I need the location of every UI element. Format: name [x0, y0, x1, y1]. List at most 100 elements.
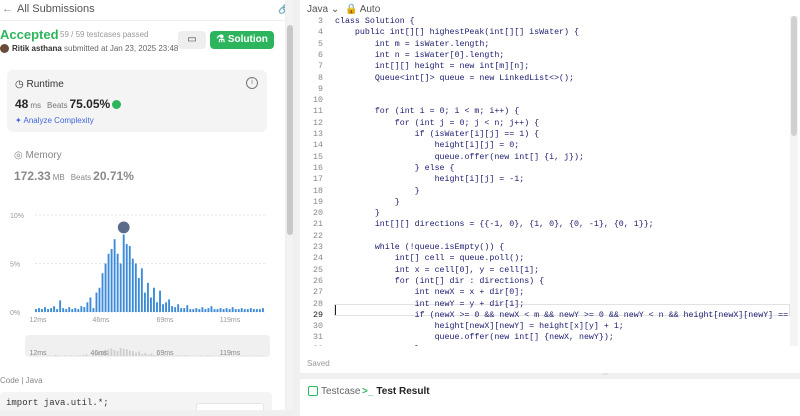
line-number: 13: [300, 130, 323, 139]
runtime-card[interactable]: ◷ Runtime i 48msBeats75.05% ✦ Analyze Co…: [7, 70, 267, 132]
info-icon[interactable]: i: [246, 77, 258, 89]
code-line[interactable]: height[i][j] = -1;: [335, 175, 524, 184]
avatar[interactable]: [0, 44, 9, 53]
mini-tick-label: 69ms: [156, 350, 174, 357]
runtime-distribution-chart[interactable]: 10%5%0%12ms46ms69ms119ms: [0, 205, 285, 325]
code-line[interactable]: }: [335, 209, 380, 218]
chart-bar: [211, 306, 213, 312]
analyze-complexity-link[interactable]: ✦ Analyze Complexity: [15, 116, 94, 125]
panel-divider[interactable]: [293, 0, 300, 410]
y-tick-label: 0%: [10, 310, 20, 317]
code-line[interactable]: int n = isWater[0].length;: [335, 51, 504, 60]
chart-bar: [177, 304, 179, 312]
code-line[interactable]: int[][] directions = {{-1, 0}, {1, 0}, {…: [335, 220, 654, 229]
chart-bar: [186, 305, 188, 312]
code-line[interactable]: if (isWater[i][j] == 1) {: [335, 130, 539, 139]
runtime-beats-value: 75.05%: [70, 97, 111, 111]
back-arrow-icon[interactable]: ←: [2, 3, 13, 15]
chart-bar: [53, 306, 55, 312]
username[interactable]: Ritik asthana: [12, 44, 62, 53]
mini-tick-label: 119ms: [220, 350, 241, 357]
line-number: 5: [300, 40, 323, 49]
chart-range-slider[interactable]: 12ms 46ms 69ms 119ms: [25, 335, 270, 357]
mini-chart-bar: [135, 353, 137, 357]
chart-bar: [189, 309, 191, 312]
chart-bar: [253, 309, 255, 312]
mini-chart-bar: [107, 350, 109, 357]
code-line[interactable]: while (!queue.isEmpty()) {: [335, 243, 504, 252]
line-number: 8: [300, 74, 323, 83]
auto-mode[interactable]: 🔒 Auto: [345, 4, 380, 15]
chart-bar: [262, 308, 264, 312]
code-line[interactable]: int newY = y + dir[1];: [335, 300, 524, 309]
code-line[interactable]: }: [335, 198, 400, 207]
mini-chart-bar: [76, 355, 78, 356]
code-line[interactable]: int[] cell = queue.poll();: [335, 254, 524, 263]
mini-chart-bar: [86, 355, 88, 357]
code-line[interactable]: } else {: [335, 164, 455, 173]
code-tag[interactable]: [196, 403, 264, 410]
code-line[interactable]: if (newX >= 0 && newX < m && newY >= 0 &…: [335, 311, 790, 320]
editor-scrollbar-thumb[interactable]: [791, 16, 797, 136]
code-line[interactable]: int x = cell[0], y = cell[1];: [335, 266, 539, 275]
code-line[interactable]: for (int i = 0; i < m; i++) {: [335, 107, 519, 116]
chart-bar: [247, 309, 249, 312]
resize-handle-icon[interactable]: ⋯: [602, 373, 618, 377]
line-number: 30: [300, 322, 323, 331]
editor-panel: Java ⌄ 🔒 Auto 3class Solution {4 public …: [300, 0, 800, 410]
mini-chart-bar: [138, 352, 140, 357]
chart-bar: [232, 307, 234, 312]
analyze-complexity-label: Analyze Complexity: [23, 116, 93, 125]
mini-chart-bar: [110, 349, 112, 357]
submission-header: ←All Submissions 🔗: [0, 0, 285, 21]
chart-bar: [120, 264, 122, 313]
chart-bar: [204, 309, 206, 312]
code-line[interactable]: queue.offer(new int[] {i, j});: [335, 153, 584, 162]
code-label: Code: [0, 376, 19, 385]
code-line[interactable]: class Solution {: [335, 17, 415, 26]
code-line[interactable]: int m = isWater.length;: [335, 40, 489, 49]
code-line[interactable]: for (int j = 0; j < n; j++) {: [335, 119, 539, 128]
code-line[interactable]: queue.offer(new int[] {newX, newY});: [335, 333, 614, 342]
mini-chart-bar: [123, 349, 125, 356]
code-line[interactable]: Queue<int[]> queue = new LinkedList<>();: [335, 74, 574, 83]
mini-tick-label: 46ms: [90, 350, 108, 357]
chart-bar: [214, 309, 216, 312]
code-line[interactable]: int[][] height = new int[m][n];: [335, 62, 529, 71]
solution-button[interactable]: ⚗ Solution: [210, 31, 274, 49]
editor-scrollbar[interactable]: [790, 16, 798, 346]
chart-bar: [183, 308, 185, 312]
mini-tick-label: 12ms: [29, 350, 47, 357]
code-line[interactable]: height[i][j] = 0;: [335, 141, 519, 150]
y-tick-label: 10%: [10, 213, 24, 220]
code-line[interactable]: height[newX][newY] = height[x][y] + 1;: [335, 322, 624, 331]
x-tick-label: 46ms: [92, 317, 110, 324]
code-line[interactable]: public int[][] highestPeak(int[][] isWat…: [335, 28, 579, 37]
code-editor[interactable]: 3class Solution {4 public int[][] highes…: [300, 16, 790, 346]
chart-bar: [201, 307, 203, 312]
user-avatar-marker: [117, 221, 130, 234]
code-line[interactable]: }: [335, 345, 420, 346]
chart-bar: [68, 307, 70, 312]
language-select[interactable]: Java ⌄: [307, 4, 339, 15]
chart-bar: [86, 302, 88, 312]
tab-test-result[interactable]: >_Test Result: [362, 386, 430, 397]
memory-title-row[interactable]: ◎ Memory: [14, 150, 62, 161]
flask-icon: ⚗: [216, 34, 225, 45]
code-line[interactable]: }: [335, 187, 420, 196]
link-icon[interactable]: 🔗: [278, 4, 285, 15]
line-number: 12: [300, 119, 323, 128]
runtime-title-row: ◷ Runtime: [15, 79, 64, 90]
chart-bar: [41, 309, 43, 312]
submitted-code-box[interactable]: import java.util.*;: [0, 392, 272, 410]
chevron-down-icon: ⌄: [331, 4, 339, 15]
code-line[interactable]: int newX = x + dir[0];: [335, 288, 524, 297]
tab-testcase[interactable]: Testcase: [308, 386, 360, 397]
code-line[interactable]: for (int[] dir : directions) {: [335, 277, 544, 286]
line-number: 14: [300, 141, 323, 150]
all-submissions-link[interactable]: ←All Submissions: [2, 3, 95, 15]
chart-bar: [126, 244, 128, 312]
chart-bar: [62, 308, 64, 312]
mini-chart-bar: [120, 348, 122, 356]
notebook-button[interactable]: ▭: [178, 31, 206, 49]
